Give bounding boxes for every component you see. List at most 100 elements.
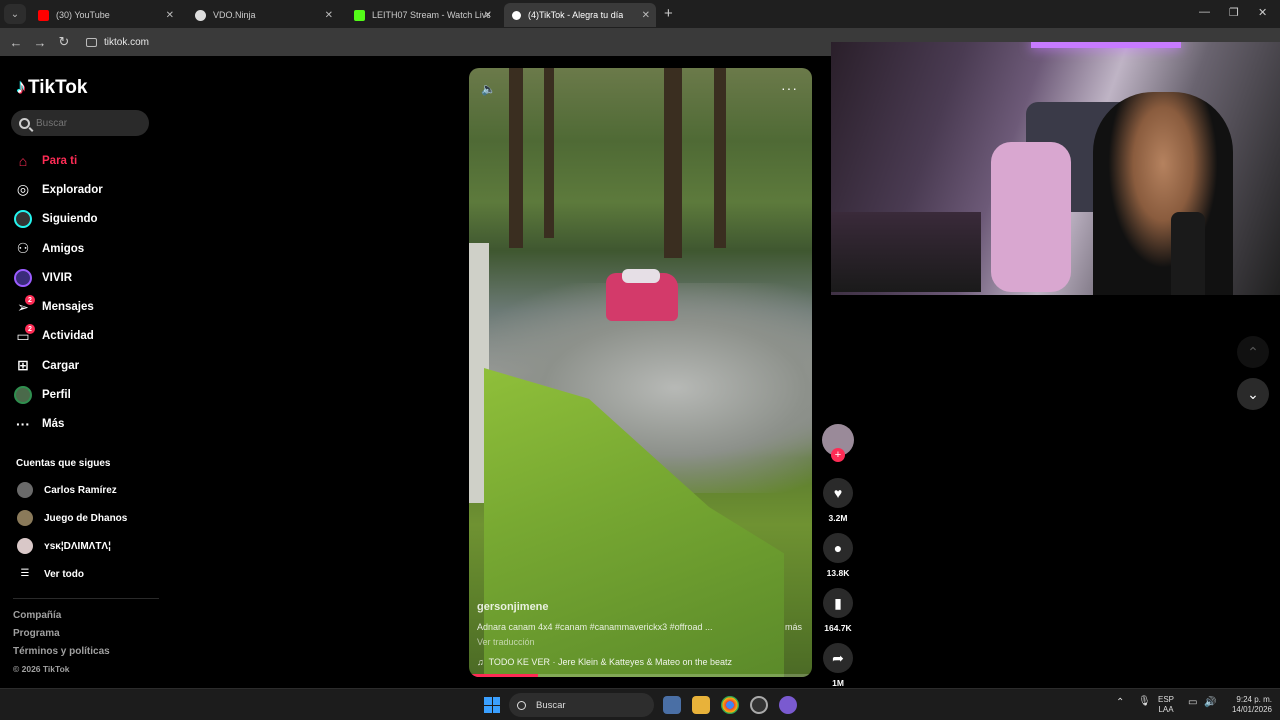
file-explorer-icon[interactable] bbox=[692, 696, 710, 714]
comment-count: 13.8K bbox=[826, 568, 850, 578]
lang-top: ESP bbox=[1158, 695, 1175, 704]
activity-badge: 2 bbox=[25, 324, 35, 335]
reload-icon[interactable]: ↻ bbox=[52, 34, 76, 50]
search-icon bbox=[517, 700, 526, 710]
comment-button[interactable]: ● bbox=[823, 533, 853, 563]
new-tab-button[interactable]: + bbox=[664, 5, 673, 22]
following-account[interactable]: ʏsᴋ¦DΛIMΛTΛ¦ bbox=[17, 532, 127, 560]
nav-perfil[interactable]: Perfil bbox=[14, 380, 103, 409]
minimize-icon[interactable]: — bbox=[1199, 6, 1210, 18]
search-box[interactable] bbox=[11, 110, 149, 136]
following-account[interactable]: Carlos Ramírez bbox=[17, 476, 127, 504]
store-icon[interactable] bbox=[663, 696, 681, 714]
app-icon[interactable] bbox=[779, 696, 797, 714]
share-count: 1M bbox=[832, 678, 844, 688]
account-name: Carlos Ramírez bbox=[44, 484, 117, 496]
nav-label: Amigos bbox=[42, 242, 85, 255]
nav-siguiendo[interactable]: Siguiendo bbox=[14, 205, 103, 234]
like-button[interactable]: ♥ bbox=[823, 478, 853, 508]
network-icon[interactable]: ▭ bbox=[1188, 698, 1197, 708]
tiktok-icon bbox=[512, 10, 521, 20]
footer-link-terms[interactable]: Términos y políticas bbox=[13, 646, 110, 664]
nav-para-ti[interactable]: ⌂ Para ti bbox=[14, 146, 103, 175]
more-link[interactable]: más bbox=[785, 622, 802, 632]
tab-title: VDO.Ninja bbox=[213, 10, 256, 20]
nav-label: Siguiendo bbox=[42, 213, 98, 226]
save-count: 164.7K bbox=[824, 623, 852, 633]
nav-explorador[interactable]: ◎ Explorador bbox=[14, 175, 103, 204]
music-line[interactable]: ♫ TODO KE VER · Jere Klein & Katteyes & … bbox=[477, 657, 802, 667]
close-icon[interactable]: ✕ bbox=[325, 10, 333, 21]
close-icon[interactable]: ✕ bbox=[484, 10, 492, 21]
nav-mas[interactable]: ··· Más bbox=[14, 410, 103, 439]
nav-cargar[interactable]: ⊞ Cargar bbox=[14, 351, 103, 380]
search-input[interactable] bbox=[36, 117, 136, 129]
language-indicator[interactable]: ESP LAA bbox=[1158, 695, 1174, 715]
nav-mensajes[interactable]: ➢ 2 Mensajes bbox=[14, 292, 103, 321]
close-icon[interactable]: ✕ bbox=[166, 10, 174, 21]
previous-video-button[interactable]: ⌃ bbox=[1237, 336, 1269, 368]
site-info-icon[interactable] bbox=[86, 37, 97, 47]
video-info: gersonjimene Adnara canam 4x4 #canam #ca… bbox=[477, 601, 802, 667]
window-close-icon[interactable]: ✕ bbox=[1258, 6, 1267, 19]
footer-link-company[interactable]: Compañía bbox=[13, 610, 110, 628]
bookmark-icon: ▮ bbox=[834, 594, 842, 611]
copyright: © 2026 TikTok bbox=[13, 664, 70, 674]
maximize-icon[interactable]: ❐ bbox=[1229, 6, 1239, 19]
footer-link-program[interactable]: Programa bbox=[13, 628, 110, 646]
save-button[interactable]: ▮ bbox=[823, 588, 853, 618]
following-list: Carlos Ramírez Juego de Dhanos ʏsᴋ¦DΛIMΛ… bbox=[17, 476, 127, 588]
compass-icon: ◎ bbox=[16, 181, 30, 198]
volume-icon[interactable]: 🔈 bbox=[481, 82, 496, 96]
nav-label: Actividad bbox=[42, 330, 94, 343]
tab-title: (30) YouTube bbox=[56, 10, 110, 20]
translation-link[interactable]: Ver traducción bbox=[477, 637, 802, 647]
follow-plus-icon[interactable]: + bbox=[831, 448, 845, 462]
next-video-button[interactable]: ⌄ bbox=[1237, 378, 1269, 410]
chrome-icon[interactable] bbox=[721, 696, 739, 714]
messages-badge: 2 bbox=[25, 295, 35, 306]
more-icon: ··· bbox=[16, 416, 30, 433]
close-icon[interactable]: ✕ bbox=[642, 10, 650, 21]
tiktok-logo[interactable]: ♪ TikTok bbox=[16, 76, 87, 99]
upload-icon: ⊞ bbox=[17, 357, 29, 374]
nav-actividad[interactable]: ▭ 2 Actividad bbox=[14, 322, 103, 351]
footer-links: Compañía Programa Términos y políticas bbox=[13, 610, 110, 664]
video-username[interactable]: gersonjimene bbox=[477, 601, 802, 613]
profile-icon bbox=[14, 386, 32, 405]
chevron-up-icon: ⌃ bbox=[1247, 343, 1259, 360]
see-all-link[interactable]: ☰ Ver todo bbox=[17, 560, 127, 588]
activity-icon: ▭ 2 bbox=[14, 324, 35, 345]
tab-vdo-ninja[interactable]: VDO.Ninja ✕ bbox=[187, 3, 339, 27]
microphone-icon[interactable]: 🎙 bbox=[1138, 697, 1151, 707]
nav-vivir[interactable]: VIVIR bbox=[14, 263, 103, 292]
tab-youtube[interactable]: (30) YouTube ✕ bbox=[30, 3, 180, 27]
see-all-label: Ver todo bbox=[44, 568, 85, 580]
url-field[interactable]: tiktok.com bbox=[86, 37, 149, 48]
nav-label: Perfil bbox=[42, 389, 71, 402]
taskbar-search[interactable]: Buscar bbox=[509, 693, 654, 717]
windows-start-icon[interactable] bbox=[484, 697, 500, 713]
clock[interactable]: 9:24 p. m. 14/01/2026 bbox=[1222, 695, 1272, 715]
following-account[interactable]: Juego de Dhanos bbox=[17, 504, 127, 532]
video-player[interactable]: 🔈 ··· gersonjimene Adnara canam 4x4 #can… bbox=[469, 68, 812, 677]
forward-icon[interactable]: → bbox=[28, 35, 52, 50]
tray-chevron-icon[interactable]: ⌃ bbox=[1116, 698, 1124, 708]
music-note-icon: ♫ bbox=[477, 657, 484, 667]
video-progress-bar[interactable] bbox=[469, 674, 812, 677]
comment-icon: ● bbox=[833, 540, 843, 556]
tab-kick-stream[interactable]: LEITH07 Stream - Watch Live on ✕ bbox=[346, 3, 498, 27]
share-button[interactable]: ➦ bbox=[823, 643, 853, 673]
tab-tiktok[interactable]: (4)TikTok - Alegra tu día ✕ bbox=[504, 3, 656, 27]
browser-tab-bar: ⌄ (30) YouTube ✕ VDO.Ninja ✕ LEITH07 Str… bbox=[0, 0, 1280, 28]
volume-icon[interactable]: 🔊 bbox=[1204, 698, 1216, 708]
clock-date: 14/01/2026 bbox=[1231, 705, 1272, 714]
obs-icon[interactable] bbox=[750, 696, 768, 714]
more-options-icon[interactable]: ··· bbox=[781, 80, 798, 96]
back-icon[interactable]: ← bbox=[4, 35, 28, 50]
video-progress-fill bbox=[469, 674, 538, 677]
creator-avatar[interactable]: + bbox=[822, 424, 854, 462]
nav-amigos[interactable]: ⚇ Amigos bbox=[14, 234, 103, 263]
nav-label: Más bbox=[42, 418, 65, 431]
tab-search-button[interactable]: ⌄ bbox=[4, 4, 26, 24]
